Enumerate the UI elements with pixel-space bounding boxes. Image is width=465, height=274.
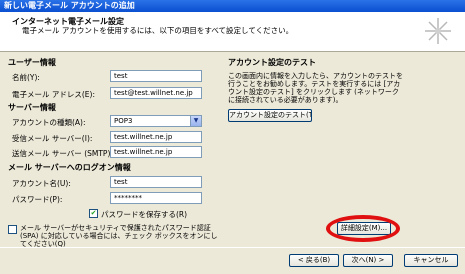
back-button[interactable]: < 戻る(B) — [289, 254, 339, 267]
email-label: 電子メール アドレス(E): — [12, 90, 96, 99]
user-info-heading: ユーザー情報 — [8, 58, 56, 67]
spa-checkbox[interactable] — [8, 225, 17, 234]
window-title: 新しい電子メール アカウントの追加 — [4, 1, 135, 10]
server-info-heading: サーバー情報 — [8, 103, 56, 112]
name-label: 名前(Y): — [12, 73, 40, 82]
footer-divider — [0, 247, 465, 248]
test-account-button[interactable]: アカウント設定のテスト(T)... — [228, 109, 312, 122]
remember-password-checkbox[interactable]: ✔ — [89, 209, 98, 218]
password-field[interactable]: ******** — [110, 192, 202, 204]
sparkle-star-icon — [425, 18, 451, 44]
remember-password-label: パスワードを保存する(R) — [101, 210, 188, 219]
test-settings-heading: アカウント設定のテスト — [228, 58, 316, 67]
cancel-button[interactable]: キャンセル — [404, 254, 458, 267]
next-button[interactable]: 次へ(N) > — [343, 254, 393, 267]
incoming-server-field[interactable]: test.willnet.ne.jp — [110, 131, 202, 143]
outgoing-server-label: 送信メール サーバー (SMTP)(O): — [12, 149, 125, 158]
email-field[interactable]: test@test.willnet.ne.jp — [110, 87, 202, 99]
header-description: 電子メール アカウントを使用するには、以下の項目をすべて設定してください。 — [22, 26, 294, 35]
password-label: パスワード(P): — [12, 195, 63, 204]
incoming-server-label: 受信メール サーバー(I): — [12, 134, 93, 143]
logon-info-heading: メール サーバーへのログオン情報 — [8, 163, 131, 172]
highlight-circle — [326, 215, 400, 242]
window-titlebar: 新しい電子メール アカウントの追加 — [0, 0, 465, 12]
account-name-label: アカウント名(U): — [12, 179, 71, 188]
spa-label: メール サーバーがセキュリティで保護されたパスワード認証 (SPA) に対応して… — [20, 224, 218, 248]
wizard-header: インターネット電子メール設定 電子メール アカウントを使用するには、以下の項目を… — [0, 12, 465, 52]
checkmark-icon: ✔ — [90, 209, 97, 217]
account-type-value: POP3 — [114, 117, 133, 125]
account-type-label: アカウントの種類(A): — [12, 118, 86, 127]
test-settings-description: この画面内に情報を入力したら、アカウントのテストを行うことをお勧めします。テスト… — [228, 72, 403, 104]
name-field[interactable]: test — [110, 70, 202, 82]
outgoing-server-field[interactable]: test.willnet.ne.jp — [110, 146, 202, 158]
chevron-down-icon[interactable]: ▼ — [190, 116, 201, 126]
account-name-field[interactable]: test — [110, 176, 202, 188]
account-type-select[interactable]: POP3 ▼ — [110, 115, 202, 127]
